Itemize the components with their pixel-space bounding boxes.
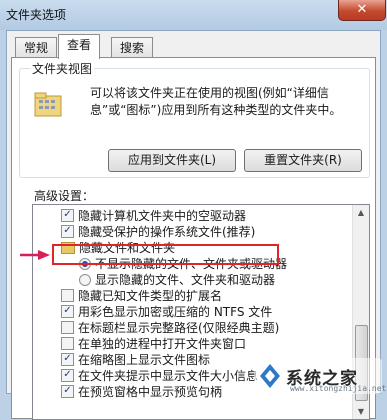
scroll-up-arrow-icon[interactable]: ▲ [353,205,369,220]
tab-view[interactable]: 查看 [58,34,101,59]
setting-label: 隐藏受保护的操作系统文件(推荐) [78,225,256,239]
checkbox-unchecked-icon[interactable] [61,289,74,302]
advanced-settings-label: 高级设置： [34,189,95,203]
title-bar: 文件夹选项 ✕ [0,0,387,30]
apply-to-folders-button[interactable]: 应用到文件夹(L) [108,149,236,172]
close-button[interactable]: ✕ [338,0,386,21]
setting-label: 在单独的进程中打开文件夹窗口 [78,337,247,351]
radio-unselected-icon[interactable] [79,273,91,286]
checkbox-unchecked-icon[interactable] [61,321,74,334]
setting-hide-known-extensions[interactable]: 隐藏已知文件类型的扩展名 [61,289,222,304]
checkbox-checked-icon[interactable]: ✓ [61,353,74,366]
close-icon: ✕ [356,2,368,17]
checkbox-checked-icon[interactable]: ✓ [61,369,74,382]
setting-thumbnail-icons[interactable]: ✓ 在缩略图上显示文件图标 [61,353,210,368]
setting-label: 隐藏计算机文件夹中的空驱动器 [78,209,247,223]
checkbox-checked-icon[interactable]: ✓ [61,209,74,222]
setting-label: 在标题栏显示完整路径(仅限经典主题) [78,321,280,335]
extension-setting-highlight-box [52,244,279,265]
setting-label: 在文件夹提示中显示文件大小信息 [78,369,259,383]
dialog-body: 常规 查看 搜索 文件夹视图 可以将该文件夹正在使用的视图(例如“详细信息”或“… [6,30,381,420]
watermark-url: www.xitongzhijia.net [290,384,387,393]
tab-search[interactable]: 搜索 [111,37,154,58]
setting-label: 在缩略图上显示文件图标 [78,353,211,367]
reset-folders-button[interactable]: 重置文件夹(R) [244,149,362,172]
folder-views-title: 文件夹视图 [30,60,95,77]
folder-views-description: 可以将该文件夹正在使用的视图(例如“详细信息”或“图标”)应用到所有这种类型的文… [90,86,342,117]
checkbox-unchecked-icon[interactable] [61,337,74,350]
checkbox-checked-icon[interactable]: ✓ [61,225,74,238]
folder-view-icon [34,92,62,117]
setting-label: 隐藏已知文件类型的扩展名 [78,289,223,303]
tab-general[interactable]: 常规 [15,37,58,58]
window-title: 文件夹选项 [6,8,67,22]
setting-separate-process[interactable]: 在单独的进程中打开文件夹窗口 [61,337,246,352]
scroll-down-arrow-icon[interactable]: ▼ [353,404,369,419]
folder-views-group: 文件夹视图 可以将该文件夹正在使用的视图(例如“详细信息”或“图标”)应用到所有… [19,60,370,178]
setting-hide-protected-os-files[interactable]: ✓ 隐藏受保护的操作系统文件(推荐) [61,225,255,240]
setting-full-path-title[interactable]: 在标题栏显示完整路径(仅限经典主题) [61,321,279,336]
setting-file-size-tips[interactable]: ✓ 在文件夹提示中显示文件大小信息 [61,369,258,384]
setting-label: 用彩色显示加密或压缩的 NTFS 文件 [78,305,273,319]
setting-label: 在预览窗格中显示预览句柄 [78,385,223,399]
setting-show-hidden[interactable]: 显示隐藏的文件、文件夹和驱动器 [79,273,275,288]
pointer-arrow-icon [20,250,50,260]
checkbox-checked-icon[interactable]: ✓ [61,385,74,398]
setting-hide-empty-drives[interactable]: ✓ 隐藏计算机文件夹中的空驱动器 [61,209,246,224]
setting-color-ntfs[interactable]: ✓ 用彩色显示加密或压缩的 NTFS 文件 [61,305,272,320]
setting-label: 显示隐藏的文件、文件夹和驱动器 [95,273,276,287]
checkbox-checked-icon[interactable]: ✓ [61,305,74,318]
